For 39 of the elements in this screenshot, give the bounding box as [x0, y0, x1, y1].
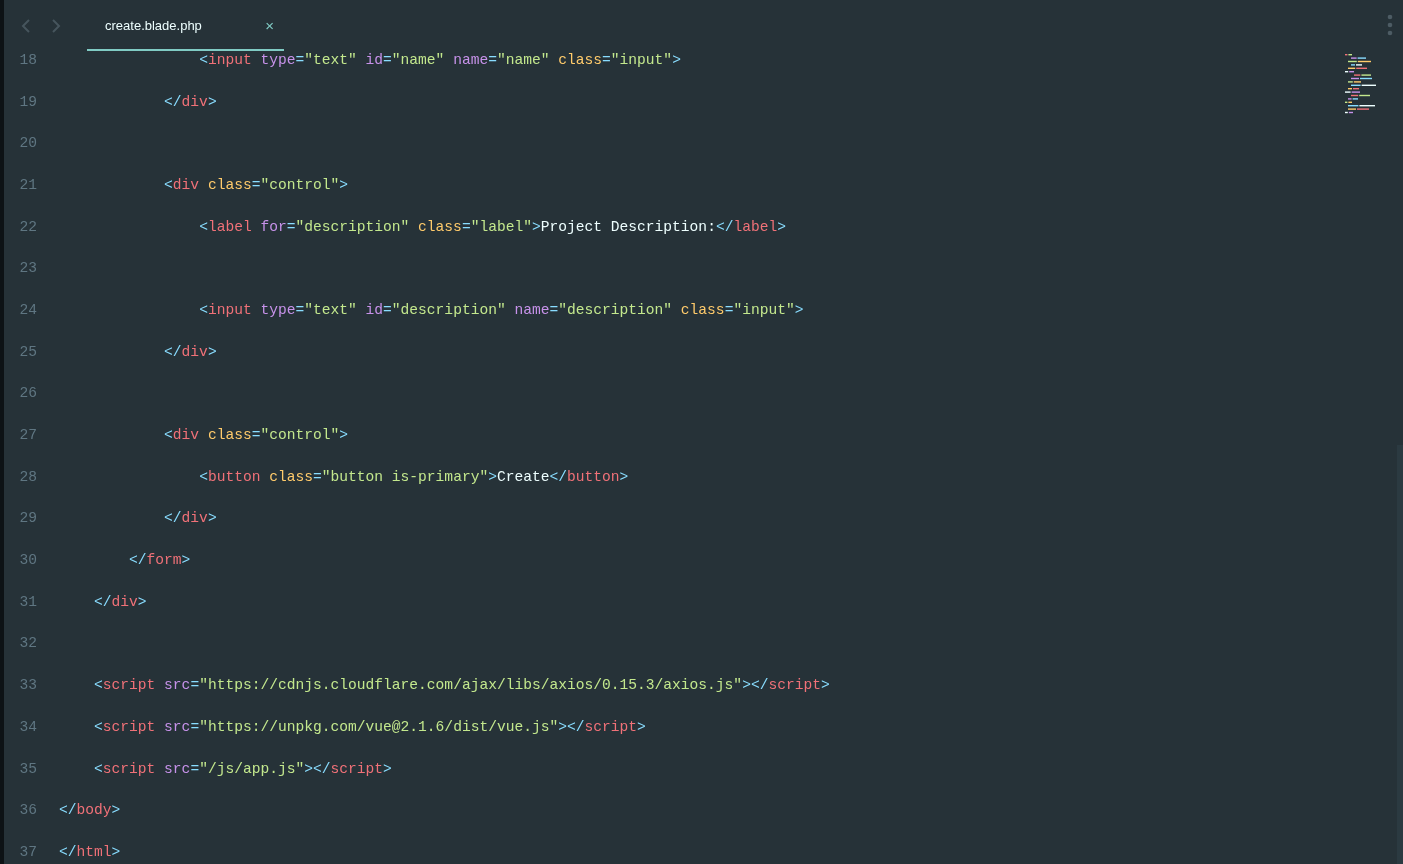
code-line: </html> [59, 843, 121, 860]
code-line: <input type="text" id="description" name="description" class="input"> [199, 301, 804, 318]
more-icon[interactable] [1387, 14, 1393, 36]
line-number: 27 [18, 427, 37, 444]
code-line: <script src="https://cdnjs.cloudflare.com/ajax/libs/axios/0.15.3/axios.js"></script> [94, 677, 830, 694]
code-line: </div> [164, 343, 217, 360]
file-tab[interactable]: create.blade.php × [87, 1, 284, 51]
line-number: 36 [18, 802, 37, 819]
close-icon[interactable]: × [265, 16, 274, 34]
line-number: 24 [18, 301, 37, 318]
code-line: <div class="control"> [164, 176, 349, 193]
line-number: 25 [18, 343, 37, 360]
line-number: 21 [18, 176, 37, 193]
code-line: </div> [164, 510, 217, 527]
code-line: </div> [94, 593, 147, 610]
line-number: 23 [18, 260, 37, 277]
code-line: <script src="https://unpkg.com/vue@2.1.6/dist/vue.js"></script> [94, 718, 646, 735]
line-number: 19 [18, 93, 37, 110]
code-line: <div class="control"> [164, 427, 349, 444]
line-number: 37 [18, 843, 37, 860]
line-number: 31 [18, 593, 37, 610]
code-line: <input type="text" id="name" name="name" class="input"> [199, 51, 681, 68]
line-number: 30 [18, 552, 37, 569]
line-number: 20 [18, 135, 37, 152]
line-number: 34 [18, 718, 37, 735]
line-number: 22 [18, 218, 37, 235]
line-number: 28 [18, 468, 37, 485]
line-number: 29 [18, 510, 37, 527]
code-line: <script src="/js/app.js"></script> [94, 760, 392, 777]
line-number: 26 [18, 385, 37, 402]
code-line: </form> [129, 552, 191, 569]
code-line: </body> [59, 802, 121, 819]
line-number: 35 [18, 760, 37, 777]
line-number: 33 [18, 677, 37, 694]
line-number: 18 [18, 51, 37, 68]
code-line: </div> [164, 93, 217, 110]
code-line: <label for="description" class="label">Project Description:</label> [199, 218, 786, 235]
line-number: 32 [18, 635, 37, 652]
code-line: <button class="button is-primary">Create</button> [199, 468, 629, 485]
